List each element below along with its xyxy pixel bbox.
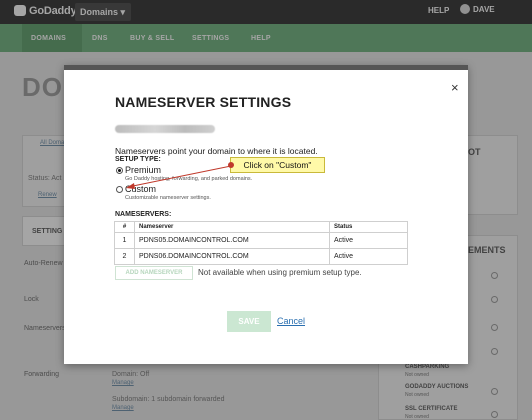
col-number: # <box>114 221 135 233</box>
row-number: 1 <box>114 232 135 249</box>
save-button[interactable]: SAVE <box>227 311 271 332</box>
status-value: Active <box>329 248 408 265</box>
nameserver-value: PDNS05.DOMAINCONTROL.COM <box>134 232 330 249</box>
row-number: 2 <box>114 248 135 265</box>
cancel-link[interactable]: Cancel <box>277 316 305 326</box>
table-row: 1 PDNS05.DOMAINCONTROL.COM Active <box>114 232 408 249</box>
add-nameserver-note: Not available when using premium setup t… <box>198 268 362 277</box>
nameservers-heading: NAMESERVERS: <box>115 211 172 218</box>
col-status: Status <box>329 221 408 233</box>
callout-marker <box>228 162 234 168</box>
table-header-row: # Nameserver Status <box>114 221 408 233</box>
col-nameserver: Nameserver <box>134 221 330 233</box>
table-row: 2 PDNS06.DOMAINCONTROL.COM Active <box>114 248 408 265</box>
nameserver-value: PDNS06.DOMAINCONTROL.COM <box>134 248 330 265</box>
callout-arrow <box>126 165 232 189</box>
nameservers-table: # Nameserver Status 1 PDNS05.DOMAINCONTR… <box>114 221 408 265</box>
add-nameserver-button[interactable]: ADD NAMESERVER <box>115 266 193 280</box>
callout-annotation: Click on "Custom" <box>230 157 325 173</box>
status-value: Active <box>329 232 408 249</box>
